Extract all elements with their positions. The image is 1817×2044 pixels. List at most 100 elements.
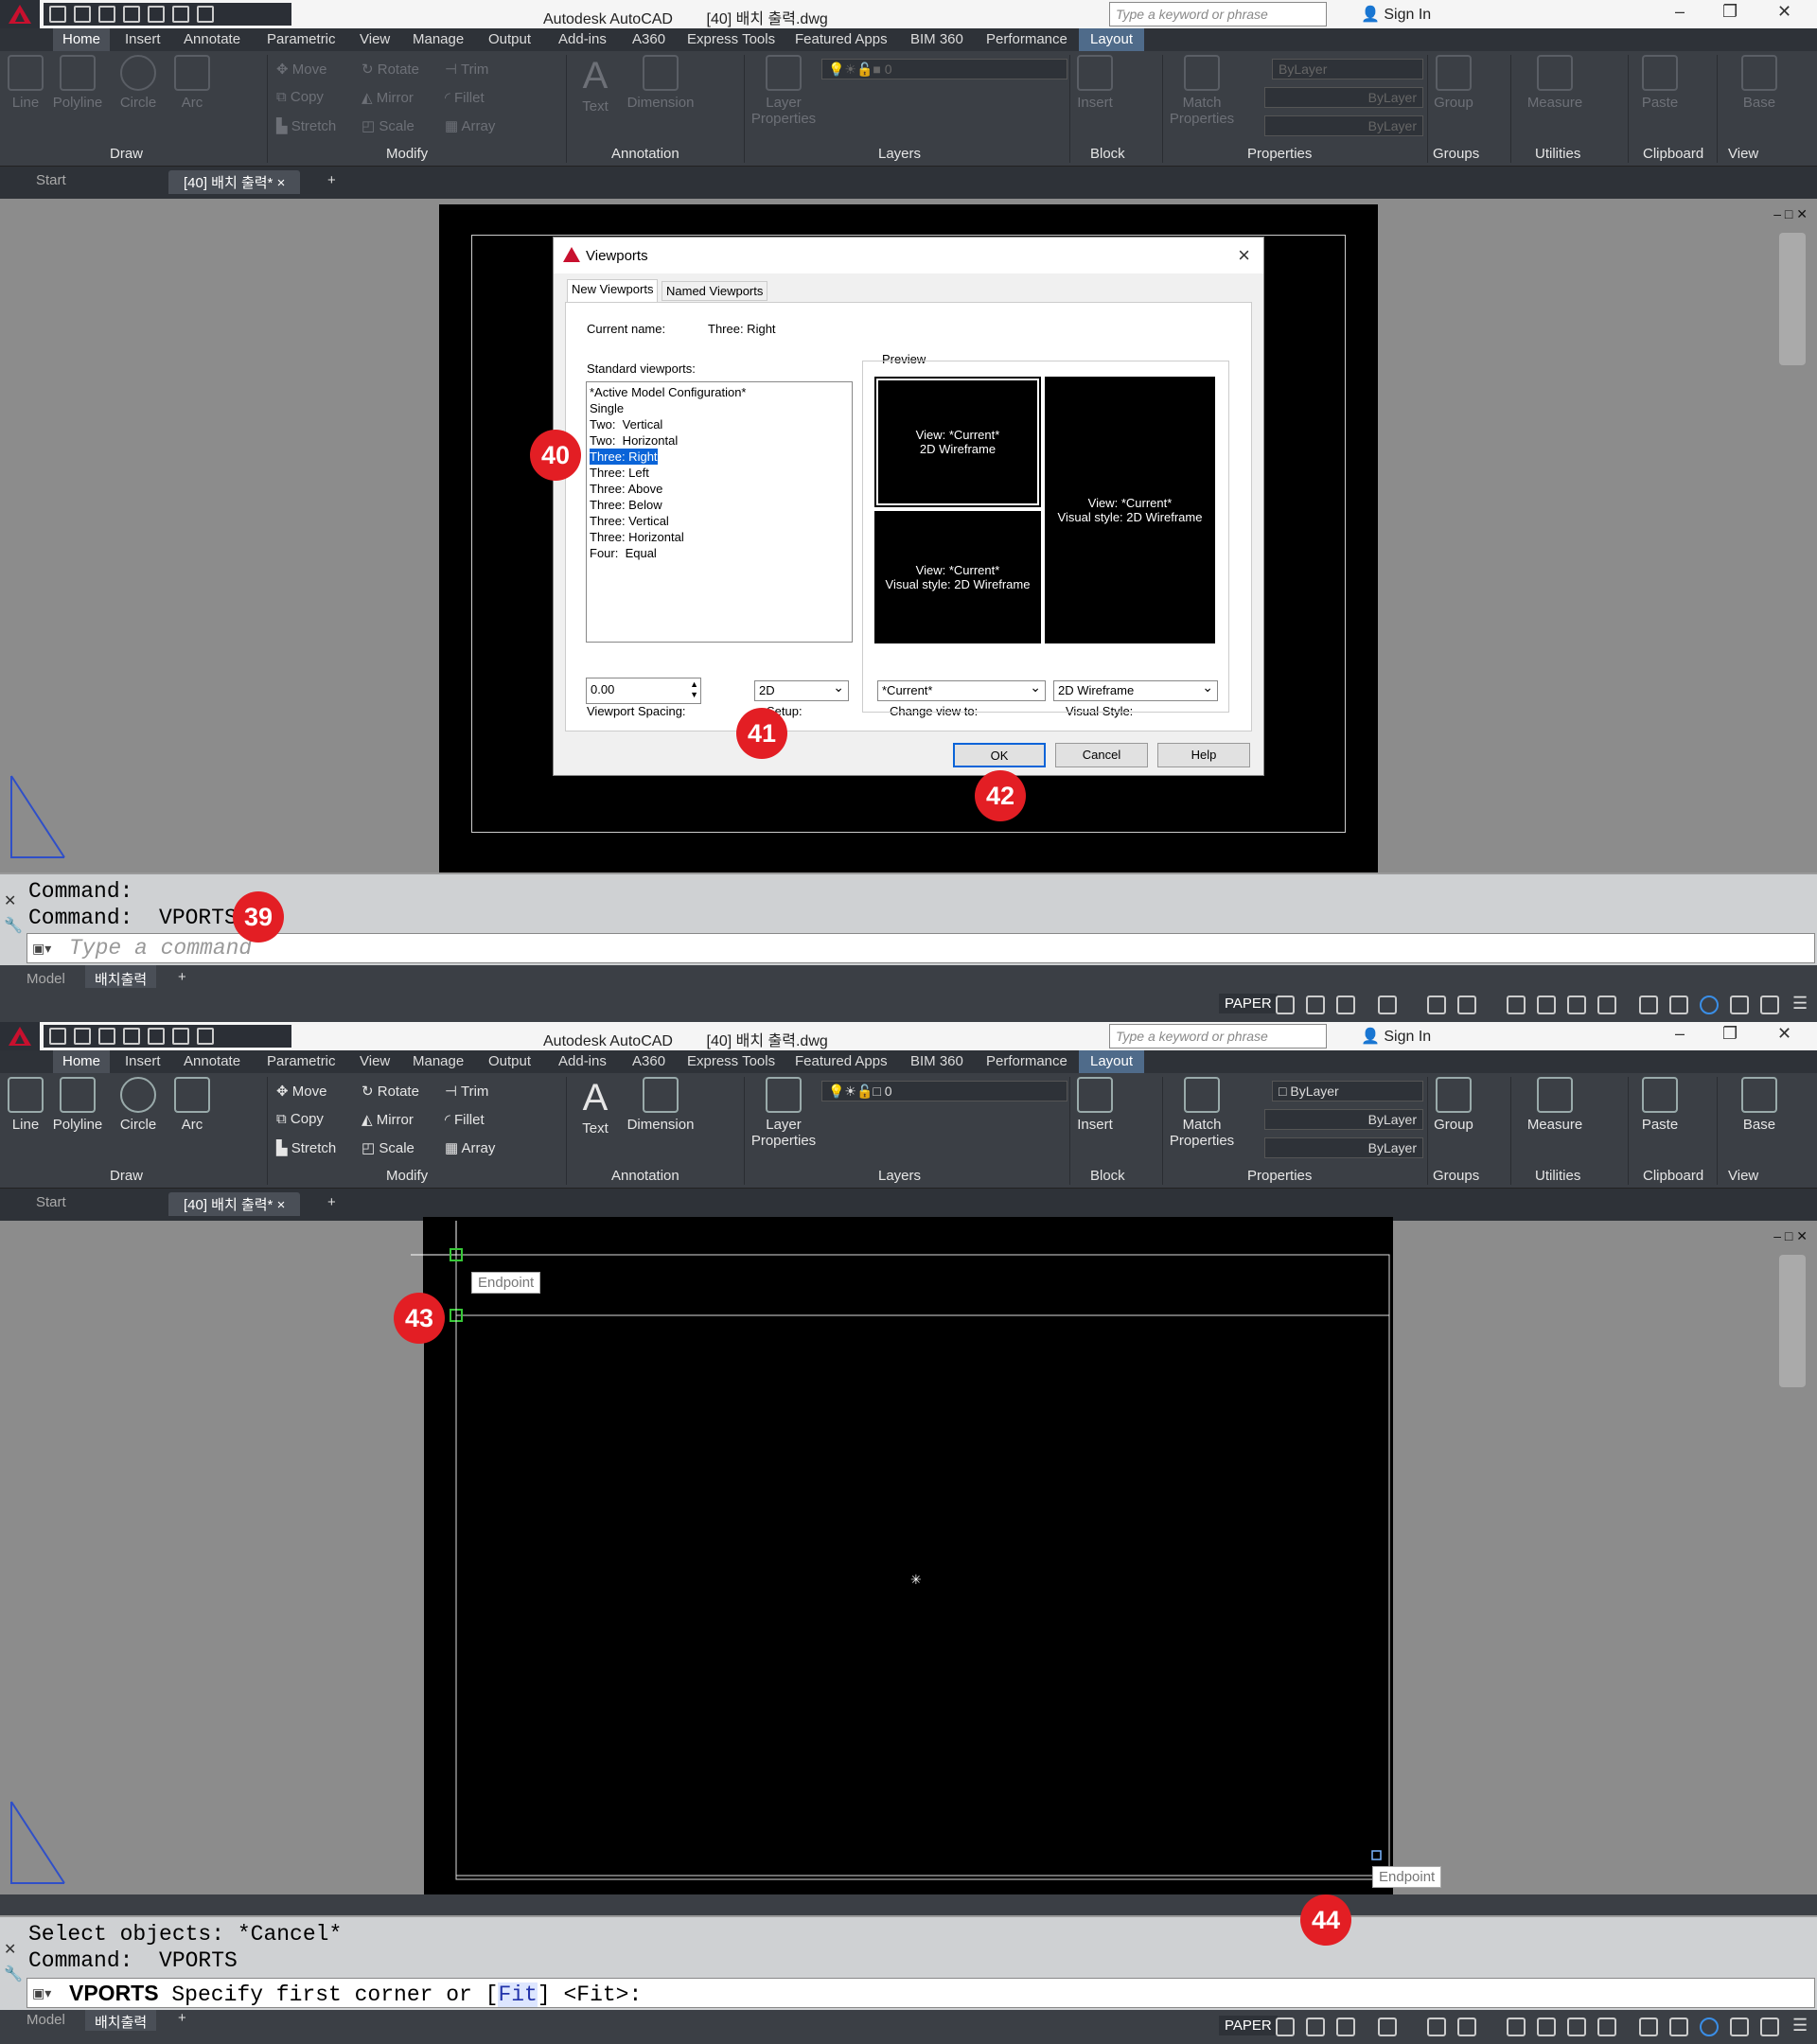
tab-start[interactable]: Start xyxy=(36,1194,66,1210)
list-item[interactable]: Three: Below xyxy=(590,497,849,513)
text-button[interactable]: A Text xyxy=(573,55,617,115)
new-icon[interactable] xyxy=(49,6,66,23)
preview-viewport-bottom-left[interactable]: View: *Current* Visual style: 2D Wirefra… xyxy=(874,511,1041,643)
tab-start[interactable]: Start xyxy=(36,172,66,188)
trim-button[interactable]: ⊣ Trim xyxy=(445,1083,488,1100)
tab-view[interactable]: View xyxy=(360,1053,390,1069)
snap-icon[interactable] xyxy=(1276,2018,1295,2036)
lineweight-dropdown[interactable]: ByLayer xyxy=(1264,1137,1423,1158)
tab-model[interactable]: Model xyxy=(26,971,65,987)
copy-button[interactable]: ⧉ Copy xyxy=(276,89,324,105)
layer-properties-button[interactable]: Layer Properties xyxy=(750,1077,818,1149)
tab-home[interactable]: Home xyxy=(53,28,111,51)
scale-button[interactable]: ◰ Scale xyxy=(362,117,415,134)
annotation-monitor-icon[interactable] xyxy=(1537,996,1556,1014)
saveas-icon[interactable] xyxy=(123,6,140,23)
polar-icon[interactable] xyxy=(1336,2018,1355,2036)
paper-space-toggle[interactable]: PAPER xyxy=(1219,994,1278,1013)
paste-button[interactable]: Paste xyxy=(1637,55,1683,111)
sign-in-button[interactable]: 👤 Sign In xyxy=(1361,1027,1431,1046)
tab-annotate[interactable]: Annotate xyxy=(184,31,240,47)
tab-featured-apps[interactable]: Featured Apps xyxy=(795,31,888,47)
tab-bim360[interactable]: BIM 360 xyxy=(910,1053,963,1069)
tab-featured-apps[interactable]: Featured Apps xyxy=(795,1053,888,1069)
utilities-panel-label[interactable]: Utilities xyxy=(1535,1168,1580,1184)
polar-icon[interactable] xyxy=(1336,996,1355,1014)
setup-dropdown[interactable]: 2D xyxy=(754,679,849,701)
list-item[interactable]: Three: Above xyxy=(590,481,849,497)
search-input[interactable]: Type a keyword or phrase xyxy=(1109,1024,1327,1048)
group-button[interactable]: Group xyxy=(1429,1077,1478,1133)
tab-express-tools[interactable]: Express Tools xyxy=(687,31,775,47)
hardware-acceleration-icon[interactable] xyxy=(1700,996,1719,1014)
command-input[interactable]: VPORTS Specify first corner or [Fit] <Fi… xyxy=(26,1978,1815,2008)
line-button[interactable]: Line xyxy=(6,55,45,111)
tab-view[interactable]: View xyxy=(360,31,390,47)
list-item[interactable]: Two: Vertical xyxy=(590,416,849,432)
tab-insert[interactable]: Insert xyxy=(125,31,161,47)
insert-button[interactable]: Insert xyxy=(1073,55,1117,111)
move-button[interactable]: ✥ Move xyxy=(276,61,326,78)
trim-button[interactable]: ⊣ Trim xyxy=(445,61,488,78)
groups-panel-label[interactable]: Groups xyxy=(1433,1168,1479,1184)
list-item[interactable]: Three: Vertical xyxy=(590,513,849,529)
layer-properties-button[interactable]: Layer Properties xyxy=(750,55,818,127)
minimize-icon[interactable]: – xyxy=(1675,2,1685,22)
add-layout-icon[interactable]: + xyxy=(178,969,186,985)
annotation-monitor-icon[interactable] xyxy=(1537,2018,1556,2036)
fillet-button[interactable]: ◜ Fillet xyxy=(445,89,485,106)
close-tab-icon[interactable]: × xyxy=(277,1197,286,1213)
fullscreen-icon[interactable] xyxy=(1760,996,1779,1014)
utilities-panel-label[interactable]: Utilities xyxy=(1535,146,1580,162)
menu-icon[interactable]: ☰ xyxy=(1792,994,1808,1013)
tab-express-tools[interactable]: Express Tools xyxy=(687,1053,775,1069)
isolate-icon[interactable] xyxy=(1669,2018,1688,2036)
close-icon[interactable]: ✕ xyxy=(4,1940,16,1959)
plus-icon[interactable] xyxy=(1639,2018,1658,2036)
draw-panel-label[interactable]: Draw xyxy=(110,1168,143,1184)
linetype-dropdown[interactable]: ByLayer xyxy=(1264,1109,1423,1130)
list-item-selected[interactable]: Three: Right xyxy=(590,449,658,465)
wrench-icon[interactable]: 🔧 xyxy=(4,916,23,935)
help-button[interactable]: Help xyxy=(1157,743,1250,767)
list-item[interactable]: Single xyxy=(590,400,849,416)
color-dropdown[interactable]: □ ByLayer xyxy=(1272,1081,1423,1101)
units-icon[interactable] xyxy=(1567,2018,1586,2036)
tab-document[interactable]: [40] 배치 출력* × xyxy=(168,170,301,194)
tab-a360[interactable]: A360 xyxy=(632,31,665,47)
viewport-controls[interactable]: – □ ✕ xyxy=(1773,206,1808,222)
draw-panel-label[interactable]: Draw xyxy=(110,146,143,162)
wrench-icon[interactable]: 🔧 xyxy=(4,1965,23,1983)
close-tab-icon[interactable]: × xyxy=(277,175,286,191)
modify-panel-label[interactable]: Modify xyxy=(386,146,428,162)
close-icon[interactable]: ✕ xyxy=(4,891,16,910)
clean-screen-icon[interactable] xyxy=(1730,996,1749,1014)
ok-button[interactable]: OK xyxy=(953,743,1046,767)
tab-document[interactable]: [40] 배치 출력* × xyxy=(168,1192,301,1216)
annotation-panel-label[interactable]: Annotation xyxy=(611,146,679,162)
tab-annotate[interactable]: Annotate xyxy=(184,1053,240,1069)
sign-in-button[interactable]: 👤 Sign In xyxy=(1361,5,1431,24)
viewport-controls[interactable]: – □ ✕ xyxy=(1773,1228,1808,1244)
redo-icon[interactable] xyxy=(197,6,214,23)
tab-addins[interactable]: Add-ins xyxy=(558,1053,607,1069)
ortho-icon[interactable] xyxy=(1306,996,1325,1014)
workspace-icon[interactable] xyxy=(1507,2018,1526,2036)
properties-panel-label[interactable]: Properties xyxy=(1247,146,1312,162)
new-tab-icon[interactable]: + xyxy=(327,1194,336,1210)
tab-parametric[interactable]: Parametric xyxy=(267,1053,336,1069)
tab-named-viewports[interactable]: Named Viewports xyxy=(662,281,768,301)
tab-a360[interactable]: A360 xyxy=(632,1053,665,1069)
block-panel-label[interactable]: Block xyxy=(1090,146,1125,162)
tab-insert[interactable]: Insert xyxy=(125,1053,161,1069)
polyline-button[interactable]: Polyline xyxy=(49,1077,106,1133)
scale-button[interactable]: ◰ Scale xyxy=(362,1139,415,1156)
stretch-button[interactable]: ▙ Stretch xyxy=(276,117,336,134)
workspace-icon[interactable] xyxy=(1507,996,1526,1014)
list-item[interactable]: Two: Horizontal xyxy=(590,432,849,449)
linetype-dropdown[interactable]: ByLayer xyxy=(1264,87,1423,108)
rotate-button[interactable]: ↻ Rotate xyxy=(362,61,419,78)
tab-home[interactable]: Home xyxy=(53,1050,111,1073)
open-icon[interactable] xyxy=(74,6,91,23)
minimize-icon[interactable]: – xyxy=(1675,1024,1685,1044)
